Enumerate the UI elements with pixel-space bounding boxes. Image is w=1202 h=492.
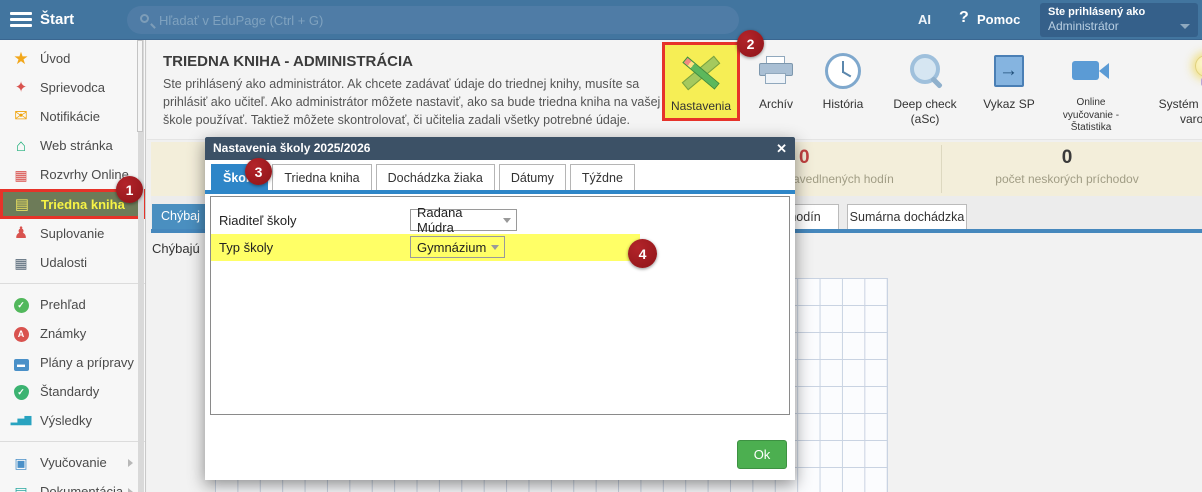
- search-icon: [140, 14, 149, 23]
- toolbar-system-vcasneho-varovania-button[interactable]: Systém včasného varovania: [1140, 45, 1202, 127]
- school-type-select[interactable]: Gymnázium: [410, 236, 505, 258]
- video-camera-icon: [1072, 59, 1110, 83]
- marker-badge-3: 3: [245, 158, 272, 185]
- export-icon: [994, 55, 1024, 87]
- chevron-down-icon: [1180, 24, 1190, 29]
- search-input[interactable]: [159, 6, 719, 34]
- topbar: Štart AI ? Pomoc Ste prihlásený ako Admi…: [0, 0, 1202, 40]
- wand-icon: ✦: [10, 80, 32, 95]
- help-icon[interactable]: ?: [959, 9, 969, 27]
- sidebar-item-sprievodca[interactable]: ✦Sprievodca: [0, 73, 145, 102]
- sidebar-item-suplovanie[interactable]: ♟Suplovanie: [0, 219, 145, 248]
- school-type-label: Typ školy: [219, 240, 273, 255]
- close-icon[interactable]: ✕: [776, 137, 787, 160]
- marker-badge-2: 2: [737, 30, 764, 57]
- sidebar-item-plany-a-pripravy[interactable]: ▬Plány a prípravy: [0, 348, 145, 377]
- sidebar-divider: [0, 441, 145, 442]
- sidebar-item-udalosti[interactable]: ▦Udalosti: [0, 248, 145, 277]
- teaching-icon: ▣: [10, 456, 32, 470]
- clock-icon: [825, 53, 861, 89]
- sidebar-item-web-stranka[interactable]: ⌂Web stránka: [0, 131, 145, 160]
- dialog-tab-tyzdne[interactable]: Týždne: [570, 164, 635, 190]
- sidebar-item-dokumentacia[interactable]: ▤Dokumentácia: [0, 477, 145, 492]
- document-icon: ▤: [10, 485, 32, 492]
- field-row-school-type: Typ školy Gymnázium: [211, 234, 789, 261]
- stat-late-arrivals-label: počet neskorých príchodov: [917, 172, 1202, 186]
- stat-late-arrivals-value: 0: [917, 147, 1202, 169]
- marker-badge-1: 1: [116, 176, 143, 203]
- sidebar-item-vysledky[interactable]: ▂▅▇Výsledky: [0, 406, 145, 435]
- logged-in-user-dropdown[interactable]: Ste prihlásený ako Administrátor: [1040, 3, 1198, 37]
- dialog-tabs: Škola Triedna kniha Dochádzka žiaka Dátu…: [211, 164, 635, 190]
- edupage-app: Štart AI ? Pomoc Ste prihlásený ako Admi…: [0, 0, 1202, 492]
- page-description: Ste prihlásený ako administrátor. Ak chc…: [163, 76, 668, 129]
- dialog-tab-panel: Riaditeľ školy Radana Múdra Typ školy Gy…: [210, 196, 790, 415]
- sidebar-item-uvod[interactable]: ★Úvod: [0, 44, 145, 73]
- page-title: TRIEDNA KNIHA - ADMINISTRÁCIA: [163, 53, 413, 70]
- stat-unexcused-hours-value: 0: [799, 147, 810, 169]
- stat-unexcused-hours-label: avedlnených hodín: [793, 172, 894, 186]
- toolbar-online-vyucovanie-button[interactable]: Online vyučovanie - Štatistika: [1052, 45, 1130, 135]
- dialog-titlebar[interactable]: Nastavenia školy 2025/2026 ✕: [205, 137, 795, 160]
- star-icon: ★: [10, 50, 32, 67]
- chart-icon: ▂▅▇: [10, 416, 32, 425]
- briefcase-icon: ▬: [14, 359, 29, 371]
- calendar-icon: ▦: [10, 256, 32, 270]
- tab-sumarna-dochadzka[interactable]: Sumárna dochádzka: [847, 204, 967, 229]
- dialog-title: Nastavenia školy 2025/2026: [213, 141, 370, 155]
- sidebar-item-standardy[interactable]: ✓Štandardy: [0, 377, 145, 406]
- sidebar-item-prehlad[interactable]: ✓Prehľad: [0, 290, 145, 319]
- dialog-tab-datumy[interactable]: Dátumy: [499, 164, 566, 190]
- settings-icon: [678, 53, 724, 93]
- timetable-icon: ▦: [10, 168, 32, 182]
- sidebar-item-vyucovanie[interactable]: ▣Vyučovanie: [0, 448, 145, 477]
- marker-badge-4: 4: [628, 239, 657, 268]
- help-button[interactable]: Pomoc: [977, 12, 1020, 27]
- start-menu-label[interactable]: Štart: [40, 11, 74, 28]
- dialog-tab-underline: [205, 190, 795, 194]
- grade-icon: A: [14, 327, 29, 342]
- toolbar-nastavenia-button[interactable]: Nastavenia: [662, 42, 740, 121]
- sidebar-scrollbar[interactable]: [138, 40, 144, 492]
- shield-icon: ✓: [14, 385, 29, 400]
- person-icon: ♟: [10, 226, 32, 242]
- director-select[interactable]: Radana Múdra: [410, 209, 517, 231]
- lightbulb-icon: [1193, 53, 1202, 89]
- chevron-down-icon: [491, 245, 499, 250]
- director-label: Riaditeľ školy: [219, 213, 297, 228]
- ok-button[interactable]: Ok: [737, 440, 787, 469]
- search-box[interactable]: [127, 6, 739, 34]
- ai-button[interactable]: AI: [918, 12, 931, 27]
- sidebar-item-znamky[interactable]: AZnámky: [0, 319, 145, 348]
- sidebar: ★Úvod ✦Sprievodca ✉Notifikácie ⌂Web strá…: [0, 40, 146, 492]
- envelope-icon: ✉: [10, 109, 32, 125]
- sidebar-divider: [0, 283, 145, 284]
- toolbar-vykaz-sp-button[interactable]: Vykaz SP: [976, 45, 1042, 112]
- toolbar-archiv-button[interactable]: Archív: [750, 45, 802, 112]
- dialog-tab-triedna-kniha[interactable]: Triedna kniha: [272, 164, 371, 190]
- stat-late-arrivals: 0 počet neskorých príchodov: [917, 142, 1202, 186]
- dialog-tab-dochadzka-ziaka[interactable]: Dochádzka žiaka: [376, 164, 495, 190]
- magnifier-icon: [906, 52, 944, 90]
- toolbar-historia-button[interactable]: História: [812, 45, 874, 112]
- chevron-down-icon: [503, 218, 511, 223]
- logged-in-role: Administrátor: [1048, 19, 1190, 33]
- hamburger-menu-icon[interactable]: [10, 12, 32, 28]
- toolbar: Nastavenia Archív História Deep check (a…: [662, 42, 1202, 135]
- classbook-icon: ▤: [11, 197, 33, 212]
- toolbar-deep-check-button[interactable]: Deep check (aSc): [884, 45, 966, 127]
- field-row-director: Riaditeľ školy Radana Múdra: [211, 207, 789, 234]
- sidebar-item-notifikacie[interactable]: ✉Notifikácie: [0, 102, 145, 131]
- logged-in-as-label: Ste prihlásený ako: [1048, 6, 1190, 19]
- home-icon: ⌂: [10, 137, 32, 154]
- check-circle-icon: ✓: [14, 298, 29, 313]
- school-settings-dialog: Nastavenia školy 2025/2026 ✕ Škola Tried…: [205, 137, 795, 480]
- content-heading-truncated: Chýbajú: [152, 241, 200, 256]
- printer-icon: [758, 56, 794, 86]
